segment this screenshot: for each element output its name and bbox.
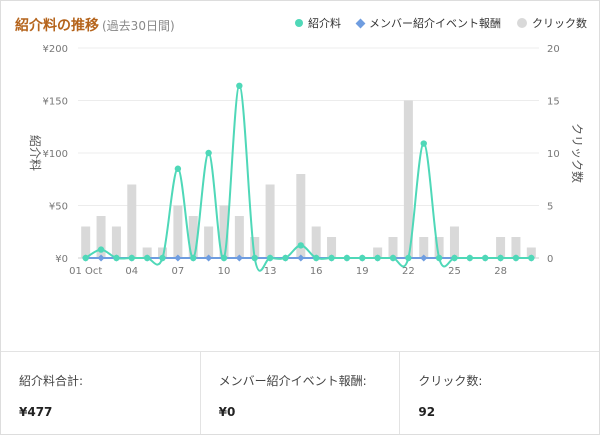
referral-fee-point: [435, 254, 443, 262]
x-axis-tick-label: 16: [310, 266, 323, 277]
summary-member-event-reward-value: ¥0: [218, 405, 236, 419]
x-axis-tick-label: 28: [494, 266, 507, 277]
summary-row: 紹介料合計: ¥477 メンバー紹介イベント報酬: ¥0 クリック数: 92: [1, 352, 599, 434]
referral-fee-point: [174, 165, 182, 172]
summary-total-referral-fee: 紹介料合計: ¥477: [1, 352, 201, 434]
referral-fee-point: [113, 254, 120, 262]
click-count-bar: [111, 226, 121, 258]
referral-fee-point: [312, 254, 320, 262]
referral-fee-point: [205, 149, 212, 157]
summary-member-event-reward: メンバー紹介イベント報酬: ¥0: [201, 352, 401, 434]
referral-fee-point: [420, 140, 427, 147]
referral-fee-point: [97, 246, 105, 253]
summary-member-event-reward-label: メンバー紹介イベント報酬:: [218, 374, 367, 388]
left-axis-tick-label: ¥200: [43, 44, 68, 55]
referral-fee-point: [389, 254, 397, 262]
referral-fee-point: [466, 254, 474, 262]
left-axis-tick-label: ¥50: [49, 202, 68, 213]
referral-fee-point: [282, 254, 289, 262]
referral-fee-line: [85, 84, 532, 272]
referral-fee-point: [266, 254, 274, 262]
x-axis-tick-label: 22: [402, 266, 415, 277]
summary-clicks-label: クリック数:: [418, 374, 483, 388]
referral-fee-point: [374, 254, 381, 262]
referral-fee-point: [451, 254, 458, 262]
x-axis-tick-label: 10: [218, 266, 231, 277]
referral-fee-point: [405, 254, 412, 262]
summary-total-referral-fee-label: 紹介料合計:: [19, 374, 84, 388]
x-axis-tick-label: 25: [448, 266, 461, 277]
left-axis-title: 紹介料: [28, 135, 42, 171]
referral-fee-point: [528, 254, 535, 262]
referral-fee-point: [343, 254, 351, 262]
left-axis-tick-label: ¥100: [43, 149, 68, 160]
referral-fee-point: [328, 254, 335, 262]
right-axis-tick-label: 5: [547, 202, 553, 213]
referral-fee-point: [251, 254, 258, 262]
summary-total-referral-fee-value: ¥477: [19, 405, 53, 419]
left-axis-tick-label: ¥150: [43, 97, 68, 108]
click-count-bar: [449, 226, 459, 258]
referral-fee-point: [82, 254, 89, 262]
x-axis-tick-label: 07: [172, 266, 185, 277]
x-axis-tick-label: 01 Oct: [69, 266, 102, 277]
right-axis-tick-label: 15: [547, 97, 560, 108]
right-axis-title: クリック数: [570, 123, 585, 183]
summary-clicks-value: 92: [418, 405, 436, 419]
summary-clicks: クリック数: 92: [400, 352, 599, 434]
referral-fee-panel: 紹介料の推移 (過去30日間) 紹介料 メンバー紹介イベント報酬 クリック数 ¥0…: [0, 0, 600, 435]
referral-fee-point: [190, 254, 197, 262]
referral-fee-point: [159, 254, 166, 262]
left-axis-tick-label: ¥0: [55, 254, 68, 265]
referral-fee-point: [297, 242, 305, 249]
x-axis-tick-label: 04: [125, 266, 138, 277]
x-axis-tick-label: 13: [264, 266, 277, 277]
right-axis-tick-label: 20: [547, 44, 560, 55]
click-count-bar: [173, 205, 183, 258]
referral-fee-point: [482, 254, 489, 262]
click-count-bar: [81, 226, 91, 258]
referral-trend-chart: ¥0 0 ¥50 5 ¥100 10 ¥150 15 ¥200 20 紹介料 クリック数 01 Oct 0…: [28, 44, 585, 277]
x-axis-tick-label: 19: [356, 266, 369, 277]
click-count-bar: [204, 226, 214, 258]
referral-fee-point: [220, 254, 228, 262]
referral-fee-point: [512, 254, 520, 262]
referral-fee-point: [497, 254, 504, 262]
right-axis-tick-label: 10: [547, 149, 560, 160]
referral-fee-point: [359, 254, 366, 262]
click-count-bar: [311, 226, 321, 258]
referral-fee-point: [128, 254, 135, 262]
click-count-bar: [234, 216, 244, 258]
click-count-bar: [265, 184, 275, 258]
referral-fee-point: [143, 254, 151, 262]
click-count-bar: [127, 184, 137, 258]
referral-fee-point: [236, 82, 243, 90]
right-axis-tick-label: 0: [547, 254, 553, 265]
